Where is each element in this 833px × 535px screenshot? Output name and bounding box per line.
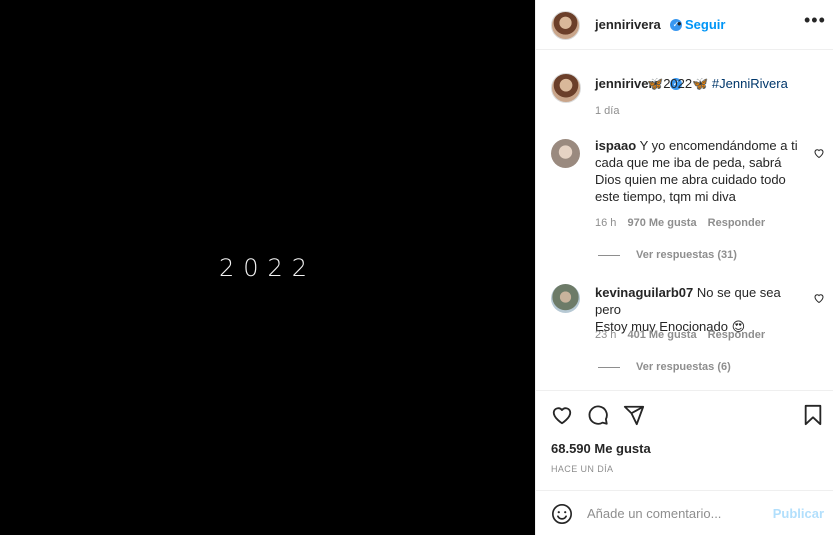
comment-text: ispaao Y yo encomendándome a ti cada que… xyxy=(595,138,798,204)
avatar[interactable] xyxy=(551,11,580,40)
comment-meta: 16 h 970 Me gusta Responder xyxy=(595,217,765,229)
comment-time[interactable]: 23 h xyxy=(595,329,616,341)
reply-button[interactable]: Responder xyxy=(708,329,765,341)
comment-avatar[interactable] xyxy=(551,284,580,313)
emoji-icon[interactable] xyxy=(551,503,573,525)
post-panel: jennirivera ✓ • Seguir ••• jennirivera ✓… xyxy=(535,0,833,535)
comment-meta: 23 h 401 Me gusta Responder xyxy=(595,329,765,341)
butterfly-emoji: 🦋 xyxy=(692,76,709,91)
caption-time[interactable]: 1 día xyxy=(595,105,619,117)
comment-time[interactable]: 16 h xyxy=(595,217,616,229)
comment-like-icon[interactable] xyxy=(813,147,825,159)
replies-line xyxy=(598,254,620,256)
caption-text: 🦋2022🦋 #JenniRivera xyxy=(647,76,788,92)
post-date[interactable]: HACE UN DÍA xyxy=(551,464,613,474)
comment-input[interactable]: Añade un comentario... xyxy=(587,506,721,521)
comment-avatar[interactable] xyxy=(551,139,580,168)
replies-line xyxy=(598,366,620,368)
header-username[interactable]: jennirivera xyxy=(595,17,661,32)
share-send-icon[interactable] xyxy=(623,404,645,426)
post-header: jennirivera ✓ • Seguir ••• xyxy=(536,0,833,50)
reply-button[interactable]: Responder xyxy=(708,217,765,229)
separator-dot: • xyxy=(677,16,682,31)
comment-likes[interactable]: 970 Me gusta xyxy=(627,217,696,229)
media-text: 2022 xyxy=(218,254,317,282)
more-options-icon[interactable]: ••• xyxy=(804,10,826,31)
caption-avatar[interactable] xyxy=(551,73,581,103)
publish-button[interactable]: Publicar xyxy=(773,506,824,521)
hashtag-link[interactable]: #JenniRivera xyxy=(712,76,788,91)
comment-bubble-icon[interactable] xyxy=(587,404,609,426)
post-media[interactable]: 2022 xyxy=(0,0,535,535)
comment-username[interactable]: ispaao xyxy=(595,138,636,153)
view-replies-button[interactable]: Ver respuestas (6) xyxy=(598,361,731,373)
comment-username[interactable]: kevinaguilarb07 xyxy=(595,285,693,300)
comment-like-icon[interactable] xyxy=(813,292,825,304)
comment-likes[interactable]: 401 Me gusta xyxy=(627,329,696,341)
like-heart-icon[interactable] xyxy=(551,404,573,426)
comment-text: kevinaguilarb07 No se que sea pero Estoy… xyxy=(595,285,781,334)
caption-year: 2022 xyxy=(663,76,693,91)
follow-button[interactable]: Seguir xyxy=(685,17,725,32)
post-actions: 68.590 Me gusta HACE UN DÍA xyxy=(536,390,833,490)
add-comment-bar: Añade un comentario... Publicar xyxy=(536,490,833,535)
likes-count[interactable]: 68.590 Me gusta xyxy=(551,441,651,456)
save-bookmark-icon[interactable] xyxy=(803,404,823,426)
butterfly-emoji: 🦋 xyxy=(647,76,664,91)
view-replies-button[interactable]: Ver respuestas (31) xyxy=(598,249,737,261)
